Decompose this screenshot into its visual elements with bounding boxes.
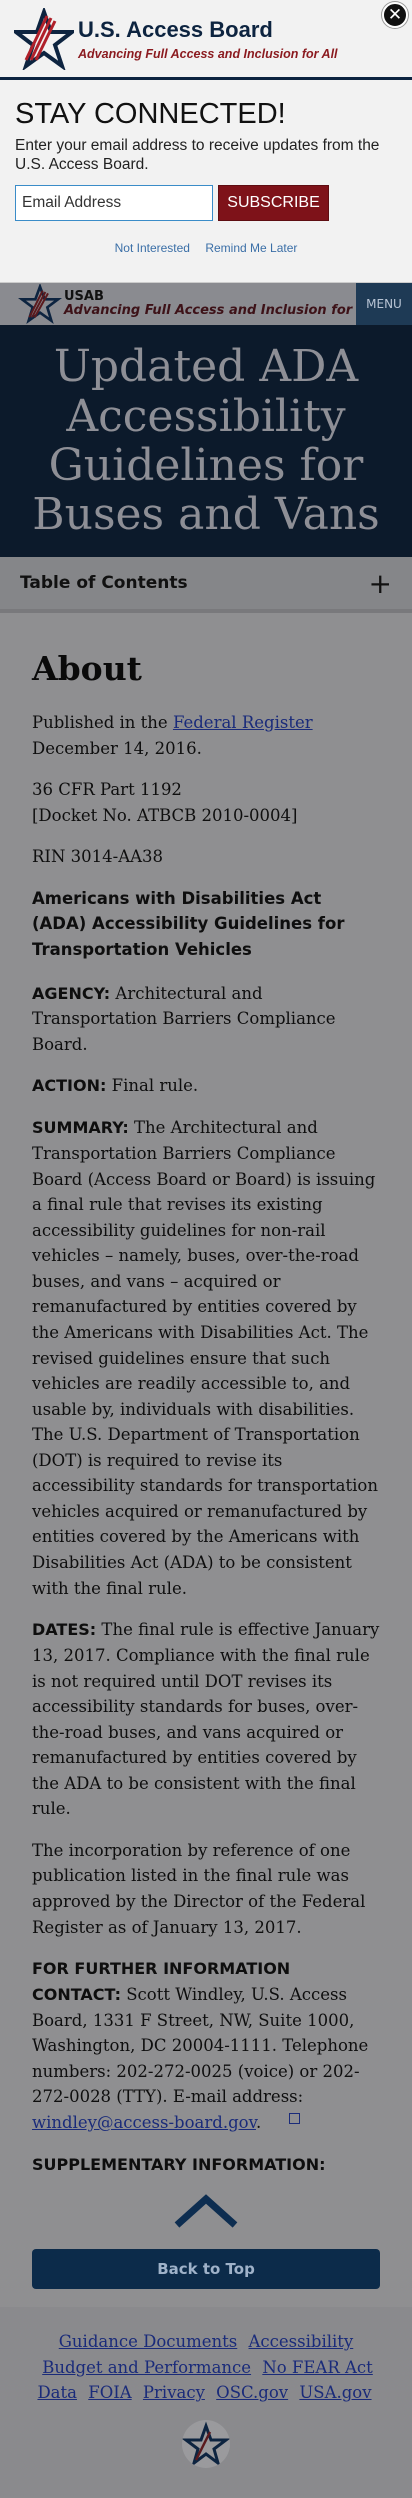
plus-icon: + [368, 566, 392, 600]
menu-button[interactable]: MENU [356, 283, 412, 325]
footer-link-guidance[interactable]: Guidance Documents [59, 2332, 238, 2351]
rule-title: Americans with Disabilities Act (ADA) Ac… [32, 888, 345, 959]
newsletter-overlay: U.S. Access Board Advancing Full Access … [0, 0, 412, 283]
overlay-brand: U.S. Access Board Advancing Full Access … [78, 17, 338, 61]
not-interested-link[interactable]: Not Interested [115, 241, 190, 255]
site-footer: Guidance Documents Accessibility Budget … [0, 2307, 412, 2498]
contact-paragraph: FOR FURTHER INFORMATION CONTACT: Scott W… [32, 1956, 380, 2135]
overlay-brand-name: U.S. Access Board [78, 16, 273, 42]
toc-label: Table of Contents [20, 573, 188, 593]
footer-link-privacy[interactable]: Privacy [143, 2383, 205, 2402]
federal-register-link[interactable]: Federal Register [173, 713, 313, 732]
published-prefix: Published in the [32, 713, 173, 732]
summary-text: The Architectural and Transportation Bar… [32, 1118, 378, 1598]
page-title: Updated ADA Accessibility Guidelines for… [32, 341, 380, 541]
cfr-part: 36 CFR Part 1192 [32, 780, 182, 800]
contact-email-link[interactable]: windley@access-board.gov [32, 2113, 256, 2132]
header-brand: USAB Advancing Full Access and Inclusion… [64, 288, 376, 319]
footer-link-foia[interactable]: FOIA [88, 2383, 131, 2402]
close-icon[interactable]: ✕ [382, 2, 408, 28]
site-header: USAB Advancing Full Access and Inclusion… [0, 283, 412, 325]
footer-star-logo-icon [182, 2420, 230, 2469]
external-link-icon [289, 2112, 301, 2124]
action-label: ACTION: [32, 1076, 107, 1096]
supplementary-paragraph: SUPPLEMENTARY INFORMATION: [32, 2152, 380, 2178]
back-to-top-button[interactable]: Back to Top [32, 2249, 380, 2290]
header-brand-name: USAB [64, 288, 104, 304]
overlay-brand-tagline: Advancing Full Access and Inclusion for … [78, 46, 338, 61]
footer-link-osc[interactable]: OSC.gov [216, 2383, 288, 2402]
summary-paragraph: SUMMARY: The Architectural and Transport… [32, 1115, 380, 1601]
email-field[interactable] [15, 184, 213, 221]
section-heading-about: About [32, 649, 142, 688]
dates-label: DATES: [32, 1620, 97, 1640]
overlay-dismiss-links: Not Interested Remind Me Later [15, 241, 397, 255]
overlay-description: Enter your email address to receive upda… [15, 137, 380, 173]
summary-label: SUMMARY: [32, 1118, 129, 1138]
subscribe-button[interactable]: SUBSCRIBE [218, 184, 329, 221]
overlay-header: U.S. Access Board Advancing Full Access … [0, 0, 412, 80]
published-suffix: December 14, 2016. [32, 738, 202, 758]
chevron-up-icon[interactable] [173, 2193, 239, 2229]
contact-end: . [255, 2112, 262, 2132]
overlay-body: STAY CONNECTED! Enter your email address… [0, 80, 412, 255]
action-text: Final rule. [106, 1076, 199, 1096]
dates-text: The final rule is effective January 13, … [32, 1620, 380, 1819]
footer-link-usagov[interactable]: USA.gov [299, 2383, 371, 2402]
dates-paragraph: DATES: The final rule is effective Janua… [32, 1617, 380, 1822]
hero-banner: Updated ADA Accessibility Guidelines for… [0, 325, 412, 557]
agency-paragraph: AGENCY: Architectural and Transportation… [32, 981, 380, 1058]
cfr-docket: 36 CFR Part 1192 [Docket No. ATBCB 2010-0… [32, 777, 380, 828]
table-of-contents-toggle[interactable]: Table of Contents + [0, 557, 412, 613]
supplementary-label: SUPPLEMENTARY INFORMATION: [32, 2154, 326, 2174]
page-background: USAB Advancing Full Access and Inclusion… [0, 0, 412, 2498]
subscribe-form: SUBSCRIBE [15, 184, 397, 221]
rin-number: RIN 3014-AA38 [32, 847, 164, 867]
incorporation-paragraph: The incorporation by reference of one pu… [32, 1840, 366, 1937]
action-paragraph: ACTION: Final rule. [32, 1073, 380, 1099]
agency-label: AGENCY: [32, 983, 111, 1003]
header-brand-tagline: Advancing Full Access and Inclusion for … [64, 303, 376, 318]
footer-links: Guidance Documents Accessibility Budget … [30, 2329, 382, 2406]
usab-star-logo-icon[interactable] [18, 284, 62, 324]
remind-later-link[interactable]: Remind Me Later [205, 241, 297, 255]
published-line: Published in the Federal Register Decemb… [32, 710, 380, 761]
footer-link-budget[interactable]: Budget and Performance [42, 2358, 251, 2377]
access-board-star-logo-icon [14, 7, 74, 70]
main-content: About Published in the Federal Register … [0, 613, 412, 2177]
docket-number: [Docket No. ATBCB 2010-0004] [32, 805, 298, 825]
overlay-title: STAY CONNECTED! [15, 98, 286, 130]
footer-link-accessibility[interactable]: Accessibility [249, 2332, 354, 2351]
